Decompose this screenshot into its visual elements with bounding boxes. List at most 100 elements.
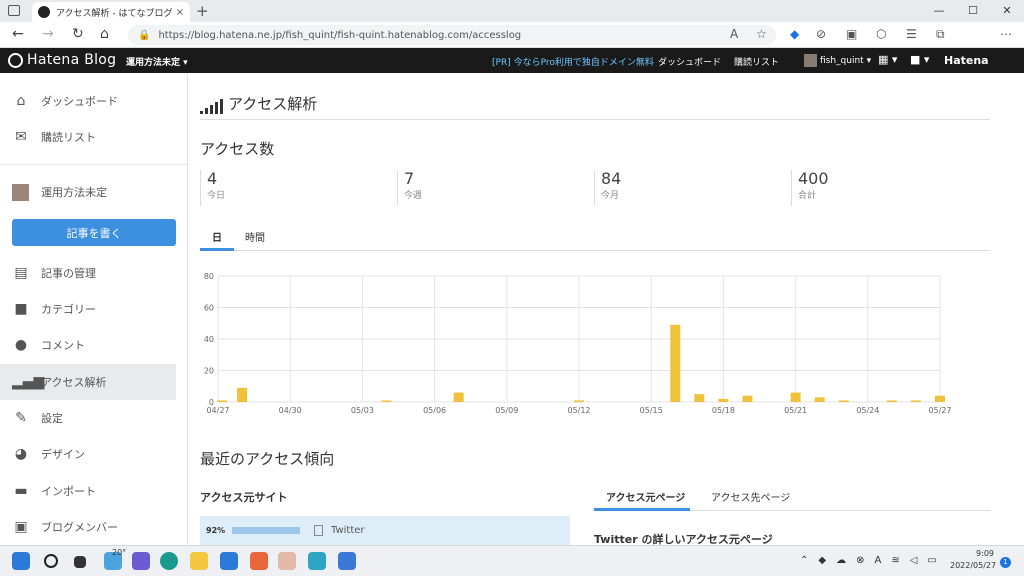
home-icon[interactable]: ⌂ [100,26,109,42]
sidebar-item-blog[interactable]: 運用方法未定 [0,174,188,210]
stat-month: 84 今月 [594,170,790,206]
x-tick-label: 04/30 [279,406,302,415]
app-icon[interactable] [278,552,296,570]
chart-bar [790,392,801,402]
access-chart: 02040608004/27 04/30 05/03 05/06 05/09 05/12 0… [204,272,952,415]
new-tab-button[interactable]: + [196,2,209,20]
favorites-icon[interactable]: ☰ [906,27,917,41]
sidebar-item-settings[interactable]: ✎ 設定 [0,400,188,436]
page-icon [314,525,323,536]
forward-icon[interactable]: → [42,26,54,42]
app-icon[interactable] [250,552,268,570]
sidebar-item-comments[interactable]: ● コメント [0,327,188,363]
wifi-icon[interactable]: ≋ [891,555,899,566]
sidebar-item-subscriptions[interactable]: ✉ 購読リスト [0,119,188,155]
sidebar-item-categories[interactable]: ■ カテゴリー [0,291,188,327]
stat-today: 4 今日 [200,170,396,206]
bar-chart-icon [200,99,223,114]
chart-bar [217,400,227,402]
members-icon: ▣ [14,519,28,535]
favorite-star-icon[interactable]: ☆ [756,27,767,41]
source-row[interactable]: 92% Twitter [200,516,570,545]
browser-tab[interactable]: アクセス解析 - はてなブログ × [32,2,190,22]
reload-icon[interactable]: ↻ [72,26,84,42]
write-post-button[interactable]: 記事を書く [12,219,176,246]
sidebar-item-members[interactable]: ▣ ブログメンバー [0,509,188,545]
notification-icon[interactable]: ■ ▾ [910,53,929,66]
tab-hour[interactable]: 時間 [245,229,265,244]
task-view-icon[interactable] [74,556,86,568]
subscription-link[interactable]: 購読リスト [734,55,779,68]
active-tab-indicator [200,248,234,251]
blog-avatar [12,183,29,201]
extension-icon[interactable]: ⬡ [876,27,886,41]
notification-badge[interactable]: 1 [1000,557,1011,568]
x-tick-label: 05/21 [784,406,807,415]
stat-total: 400 合計 [791,170,987,206]
speaker-icon[interactable]: ◁ [910,555,918,566]
sidebar-item-entries[interactable]: ▤ 記事の管理 [0,255,188,291]
back-icon[interactable]: ← [12,26,24,42]
chart-bar [453,392,464,402]
sidebar-item-access[interactable]: ▂▄▆ アクセス解析 [0,364,176,400]
sidebar-item-design[interactable]: ◕ デザイン [0,436,188,472]
window-menu-icon[interactable] [8,5,20,16]
y-tick-label: 80 [204,272,214,281]
period-tabs: 日 時間 [200,221,990,251]
user-menu[interactable]: fish_quint ▾ [804,54,871,67]
address-bar-row: ← → ↻ ⌂ 🔒 https://blog.hatena.ne.jp/fish… [0,22,1024,64]
lock-icon[interactable]: 🔒 [138,30,150,41]
more-menu-icon[interactable]: ⋯ [1000,27,1012,41]
home-icon: ⌂ [16,93,26,109]
page-title: アクセス解析 [200,93,317,114]
minimize-button[interactable]: — [922,0,956,22]
app-icon[interactable] [338,552,356,570]
chart-bar [935,395,945,402]
tab-close-icon[interactable]: × [176,7,184,18]
dashboard-link[interactable]: ダッシュボード [658,55,721,68]
tab-target-pages[interactable]: アクセス先ページ [711,489,790,504]
source-sites-heading: アクセス元サイト [200,491,288,504]
blog-selector[interactable]: 運用方法未定 ▾ [126,55,188,68]
start-icon[interactable] [12,552,30,570]
mail-icon[interactable] [220,552,238,570]
promo-link[interactable]: [PR] 今ならPro利用で独自ドメイン無料 [492,55,654,68]
apps-grid-icon[interactable]: ▦ ▾ [878,53,897,66]
explorer-icon[interactable] [190,552,208,570]
tab-source-pages[interactable]: アクセス元ページ [606,489,685,504]
edge-icon[interactable] [160,552,178,570]
truck-icon: ▬ [14,483,28,499]
close-circle-icon[interactable]: ⊗ [856,555,864,566]
palette-icon: ◕ [14,446,28,462]
battery-icon[interactable]: ▭ [927,555,936,566]
clock-time[interactable]: 9:09 [976,549,994,558]
read-aloud-icon[interactable]: A [730,27,738,41]
clock-date[interactable]: 2022/05/27 [950,561,996,570]
hatena-menu[interactable]: Hatena [944,54,989,67]
url-input[interactable]: 🔒 https://blog.hatena.ne.jp/fish_quint/f… [128,25,776,45]
extension-icon[interactable]: ⊘ [816,27,826,41]
notes-icon[interactable] [308,552,326,570]
x-tick-label: 05/15 [640,406,663,415]
hatena-header: Hatena Blog 運用方法未定 ▾ [PR] 今ならPro利用で独自ドメイ… [0,48,1024,73]
x-tick-label: 05/18 [712,406,735,415]
dropbox-icon[interactable]: ◆ [818,555,826,566]
search-icon[interactable] [44,554,58,568]
tab-day[interactable]: 日 [212,229,222,244]
cloud-icon[interactable]: ☁ [836,555,846,566]
x-tick-label: 04/27 [206,406,229,415]
chevron-up-icon[interactable]: ⌃ [800,555,808,566]
extension-icon[interactable]: ◆ [790,27,799,41]
extension-icon[interactable]: ▣ [846,27,857,41]
sidebar-item-import[interactable]: ▬ インポート [0,473,188,509]
collections-icon[interactable]: ⧉ [936,27,945,42]
sidebar-item-dashboard[interactable]: ⌂ ダッシュボード [0,83,188,119]
close-window-button[interactable]: ✕ [990,0,1024,22]
hatena-blog-logo[interactable]: Hatena Blog [8,52,116,68]
teams-icon[interactable] [132,552,150,570]
font-icon[interactable]: A [874,555,881,566]
maximize-button[interactable]: ☐ [956,0,990,22]
x-tick-label: 05/09 [495,406,518,415]
tab-title: アクセス解析 - はてなブログ [56,8,173,19]
chart-bar [886,400,897,402]
